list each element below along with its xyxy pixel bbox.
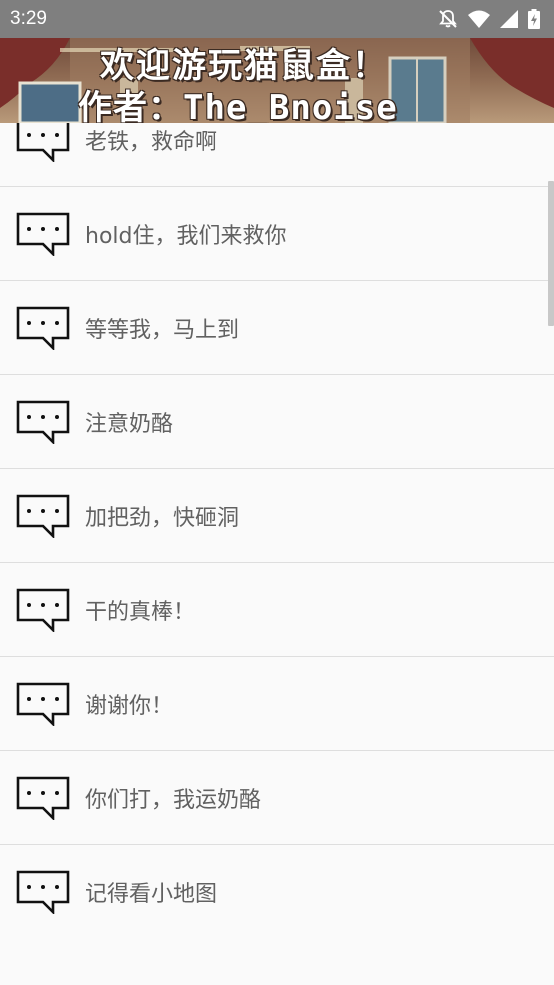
list-item-label: 你们打，我运奶酪 [85, 787, 262, 813]
quick-message-list-inner: 老铁，救命啊 hold住，我们来救你 等等我，马上到 注意奶酪 加把劲，快砸洞 … [0, 123, 554, 939]
chat-bubble-icon [16, 306, 70, 350]
battery-charging-icon [528, 9, 540, 29]
scrollbar[interactable] [548, 181, 554, 326]
list-item[interactable]: 等等我，马上到 [0, 281, 554, 375]
status-bar: 3:29 [0, 0, 554, 38]
list-item-label: 谢谢你！ [85, 693, 174, 719]
quick-message-list[interactable]: 老铁，救命啊 hold住，我们来救你 等等我，马上到 注意奶酪 加把劲，快砸洞 … [0, 123, 554, 985]
list-item-label: hold住，我们来救你 [85, 223, 287, 249]
list-item-label: 记得看小地图 [85, 882, 218, 907]
list-item[interactable]: 谢谢你！ [0, 657, 554, 751]
list-item[interactable]: 注意奶酪 [0, 375, 554, 469]
list-item[interactable]: 老铁，救命啊 [0, 123, 554, 187]
list-item[interactable]: 你们打，我运奶酪 [0, 751, 554, 845]
status-time: 3:29 [10, 8, 47, 29]
list-item[interactable]: 记得看小地图 [0, 845, 554, 939]
chat-bubble-icon [16, 870, 70, 914]
wifi-icon [468, 10, 490, 28]
list-item-label: 等等我，马上到 [85, 317, 240, 343]
chat-bubble-icon [16, 212, 70, 256]
banner: 欢迎游玩猫鼠盒！ 作者：The_Bnoise [0, 38, 554, 123]
chat-bubble-icon [16, 123, 70, 162]
list-item[interactable]: 干的真棒！ [0, 563, 554, 657]
chat-bubble-icon [16, 776, 70, 820]
banner-text: 欢迎游玩猫鼠盒！ 作者：The_Bnoise [0, 38, 554, 123]
banner-author: 作者：The_Bnoise [78, 88, 398, 123]
status-icons [438, 9, 540, 29]
list-item-label: 老铁，救命啊 [85, 129, 218, 155]
chat-bubble-icon [16, 400, 70, 444]
chat-bubble-icon [16, 588, 70, 632]
list-item-label: 注意奶酪 [85, 411, 174, 437]
list-item[interactable]: 加把劲，快砸洞 [0, 469, 554, 563]
list-item-label: 加把劲，快砸洞 [85, 505, 240, 531]
chat-bubble-icon [16, 682, 70, 726]
list-item-label: 干的真棒！ [85, 599, 196, 625]
notifications-off-icon [438, 9, 458, 29]
signal-icon [500, 10, 518, 28]
list-item[interactable]: hold住，我们来救你 [0, 187, 554, 281]
chat-bubble-icon [16, 494, 70, 538]
